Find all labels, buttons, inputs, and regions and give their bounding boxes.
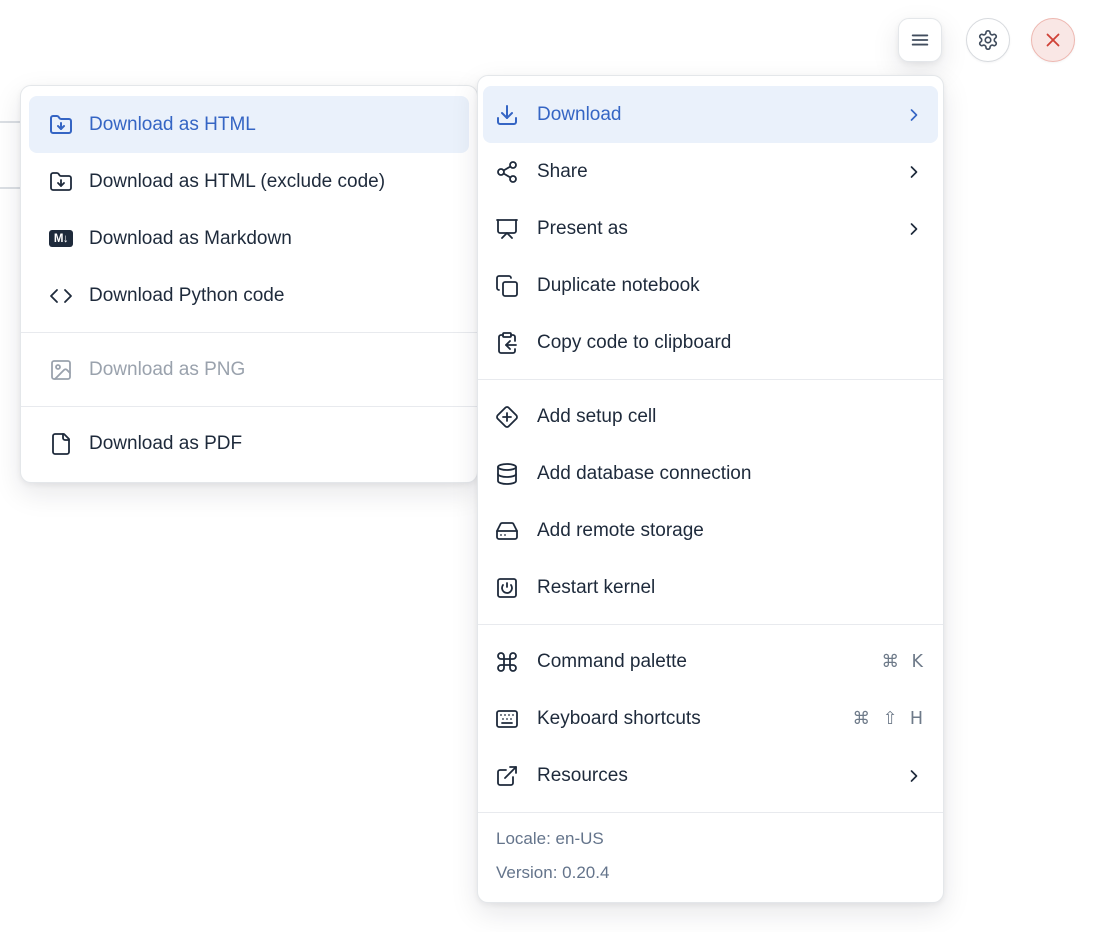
file-icon: [49, 432, 73, 456]
command-icon: [495, 650, 519, 674]
menu-item-duplicate-notebook[interactable]: Duplicate notebook: [483, 257, 938, 314]
menu-item-resources[interactable]: Resources: [483, 747, 938, 804]
menu-footer: Locale: en-US Version: 0.20.4: [478, 813, 943, 902]
menu-item-download-as-pdf[interactable]: Download as PDF: [29, 415, 469, 472]
menu-item-label: Share: [537, 161, 588, 183]
menu-item-add-setup-cell[interactable]: Add setup cell: [483, 388, 938, 445]
menu-item-share[interactable]: Share: [483, 143, 938, 200]
menu-item-add-database-connection[interactable]: Add database connection: [483, 445, 938, 502]
menu-item-label: Add remote storage: [537, 520, 704, 542]
chevron-right-icon: [904, 162, 924, 182]
x-icon: [1042, 29, 1064, 51]
menu-item-download-as-html-exclude-code[interactable]: Download as HTML (exclude code): [29, 153, 469, 210]
folder-down-icon: [49, 113, 73, 137]
menu-item-label: Present as: [537, 218, 628, 240]
hamburger-icon: [909, 29, 931, 51]
background-divider-line: [0, 121, 20, 123]
locale-text: Locale: en-US: [496, 822, 925, 856]
download-submenu: Download as HTML Download as HTML (exclu…: [20, 85, 478, 483]
close-button[interactable]: [1031, 18, 1075, 62]
keyboard-icon: [495, 707, 519, 731]
menu-item-download-as-markdown[interactable]: M↓ Download as Markdown: [29, 210, 469, 267]
menu-item-label: Copy code to clipboard: [537, 332, 731, 354]
gear-icon: [977, 29, 999, 51]
external-link-icon: [495, 764, 519, 788]
presentation-icon: [495, 217, 519, 241]
folder-down-icon: [49, 170, 73, 194]
menu-item-keyboard-shortcuts[interactable]: Keyboard shortcuts ⌘ ⇧ H: [483, 690, 938, 747]
clipboard-copy-icon: [495, 331, 519, 355]
power-icon: [495, 576, 519, 600]
settings-button[interactable]: [966, 18, 1010, 62]
menu-item-download-as-png: Download as PNG: [29, 341, 469, 398]
chevron-right-icon: [904, 219, 924, 239]
code-icon: [49, 284, 73, 308]
share-icon: [495, 160, 519, 184]
chevron-right-icon: [904, 105, 924, 125]
menu-item-label: Download Python code: [89, 285, 284, 307]
background-divider-line: [0, 187, 20, 189]
menu-item-label: Duplicate notebook: [537, 275, 700, 297]
diamond-plus-icon: [495, 405, 519, 429]
menu-item-label: Download as HTML: [89, 114, 256, 136]
menu-item-label: Command palette: [537, 651, 687, 673]
menu-item-label: Add setup cell: [537, 406, 656, 428]
menu-item-download-as-html[interactable]: Download as HTML: [29, 96, 469, 153]
markdown-icon: M↓: [49, 227, 73, 251]
menu-item-label: Keyboard shortcuts: [537, 708, 701, 730]
menu-item-label: Resources: [537, 765, 628, 787]
chevron-right-icon: [904, 766, 924, 786]
menu-item-download[interactable]: Download: [483, 86, 938, 143]
download-icon: [495, 103, 519, 127]
menu-item-present-as[interactable]: Present as: [483, 200, 938, 257]
menu-item-copy-code-to-clipboard[interactable]: Copy code to clipboard: [483, 314, 938, 371]
image-icon: [49, 358, 73, 382]
app-background: { "colors": { "accent_blue": "#3565c4", …: [0, 0, 1116, 932]
shortcut-hint: ⌘ ⇧ H: [853, 709, 924, 729]
shortcut-hint: ⌘ K: [881, 652, 924, 672]
menu-item-label: Download: [537, 104, 622, 126]
version-text: Version: 0.20.4: [496, 856, 925, 890]
copy-icon: [495, 274, 519, 298]
database-icon: [495, 462, 519, 486]
hard-drive-icon: [495, 519, 519, 543]
menu-item-label: Restart kernel: [537, 577, 655, 599]
notebook-menu: Download Share Present as Duplicate note…: [477, 75, 944, 903]
menu-item-label: Download as PDF: [89, 433, 242, 455]
menu-item-label: Download as Markdown: [89, 228, 292, 250]
menu-item-command-palette[interactable]: Command palette ⌘ K: [483, 633, 938, 690]
menu-button[interactable]: [898, 18, 942, 62]
menu-item-label: Add database connection: [537, 463, 751, 485]
menu-item-download-python-code[interactable]: Download Python code: [29, 267, 469, 324]
menu-item-label: Download as PNG: [89, 359, 245, 381]
menu-item-label: Download as HTML (exclude code): [89, 171, 385, 193]
menu-item-restart-kernel[interactable]: Restart kernel: [483, 559, 938, 616]
menu-item-add-remote-storage[interactable]: Add remote storage: [483, 502, 938, 559]
